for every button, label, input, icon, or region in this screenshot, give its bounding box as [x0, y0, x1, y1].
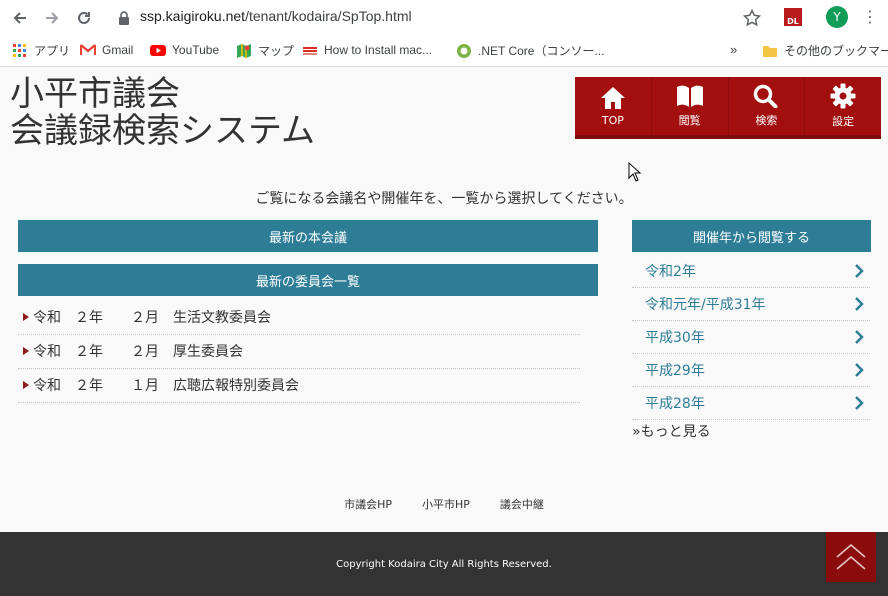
- search-icon: [754, 84, 778, 108]
- year-item[interactable]: 令和2年: [632, 254, 870, 288]
- chevron-right-icon: [855, 395, 864, 410]
- menu-dots-icon[interactable]: ⋮: [862, 8, 878, 26]
- home-icon: [600, 86, 625, 109]
- scroll-to-top-button[interactable]: [826, 532, 876, 582]
- profile-avatar[interactable]: Y: [826, 6, 848, 28]
- latest-committee-header: 最新の委員会一覧: [18, 264, 598, 296]
- committee-list-item[interactable]: 令和 ２年 ２月 厚生委員会: [18, 334, 580, 369]
- bookmark-icon: [457, 43, 471, 58]
- footer-link-council-hp[interactable]: 市議会HP: [344, 496, 392, 512]
- year-label: 令和元年/平成31年: [645, 296, 766, 313]
- more-link[interactable]: »もっと見る: [632, 421, 711, 441]
- year-item[interactable]: 平成29年: [632, 353, 870, 387]
- intro-text-label: ご覧になる会議名や開催年を、一覧から選択してください。: [255, 191, 633, 207]
- book-icon: [676, 85, 703, 107]
- committee-item-label: 令和 ２年 ２月 生活文教委員会: [33, 310, 271, 326]
- site-title-line1: 小平市議会: [10, 74, 180, 114]
- year-item[interactable]: 平成30年: [632, 320, 870, 354]
- year-label: 平成28年: [645, 395, 705, 412]
- year-label: 平成29年: [645, 362, 705, 379]
- bookmark-apps[interactable]: アプリ: [12, 42, 70, 59]
- bookmarks-bar: アプリ Gmail YouTube マップ How to Install mac…: [0, 36, 888, 67]
- menu-settings[interactable]: 設定: [805, 77, 881, 135]
- bookmark-label: Gmail: [102, 43, 134, 57]
- back-arrow-icon: [13, 12, 26, 24]
- chevron-right-icon: [855, 263, 864, 278]
- forward-arrow-icon: [46, 12, 59, 24]
- latest-plenary-label: 最新の本会議: [268, 230, 347, 246]
- gmail-icon: [80, 44, 96, 55]
- year-browse-header: 開催年から閲覧する: [632, 220, 871, 252]
- mouse-cursor-icon: [628, 162, 642, 182]
- main-menu: TOP 閲覧 検索 設定: [575, 77, 881, 139]
- star-icon[interactable]: [742, 8, 762, 31]
- lock-icon[interactable]: [118, 10, 130, 29]
- chevron-right-icon: [855, 329, 864, 344]
- triangle-bullet-icon: [23, 381, 29, 389]
- footer-link-city-hp[interactable]: 小平市HP: [422, 496, 470, 512]
- reload-button[interactable]: [72, 6, 96, 30]
- bookmark-label: マップ: [258, 44, 295, 58]
- bookmark-icon: [303, 47, 317, 55]
- apps-grid-icon: [13, 43, 26, 57]
- menu-top[interactable]: TOP: [575, 77, 652, 135]
- other-bookmarks[interactable]: その他のブックマーク: [762, 42, 888, 59]
- menu-label: 設定: [832, 115, 855, 128]
- year-item[interactable]: 令和元年/平成31年: [632, 287, 870, 321]
- reload-icon: [78, 11, 90, 24]
- chevron-right-icon: [855, 362, 864, 377]
- double-chevron-up-icon: [836, 544, 866, 570]
- footer: Copyright Kodaira City All Rights Reserv…: [0, 532, 888, 596]
- latest-committee-label: 最新の委員会一覧: [255, 274, 360, 290]
- bookmark-net-core[interactable]: .NET Core（コンソー...: [456, 42, 604, 59]
- menu-search[interactable]: 検索: [729, 77, 806, 135]
- triangle-bullet-icon: [23, 347, 29, 355]
- download-extension-icon[interactable]: DL: [784, 8, 802, 26]
- menu-browse[interactable]: 閲覧: [652, 77, 729, 135]
- bookmark-label: How to Install mac...: [324, 43, 433, 57]
- bookmark-label: .NET Core（コンソー...: [478, 44, 605, 58]
- site-title[interactable]: 小平市議会 会議録検索システム: [10, 76, 315, 150]
- back-button[interactable]: [8, 6, 32, 30]
- menu-label: 検索: [755, 114, 778, 127]
- footer-links: 市議会HP 小平市HP 議会中継: [0, 496, 888, 512]
- site-title-line2: 会議録検索システム: [10, 111, 315, 151]
- forward-button[interactable]: [40, 6, 64, 30]
- browser-toolbar: ssp.kaigiroku.net/tenant/kodaira/SpTop.h…: [0, 0, 888, 36]
- bookmark-label: アプリ: [34, 44, 71, 58]
- bookmark-maps[interactable]: マップ: [236, 42, 294, 59]
- bookmarks-overflow[interactable]: »: [730, 42, 737, 57]
- bookmark-youtube[interactable]: YouTube: [150, 42, 219, 58]
- year-browse-label: 開催年から閲覧する: [692, 230, 810, 246]
- folder-icon: [763, 45, 777, 57]
- bookmark-gmail[interactable]: Gmail: [80, 42, 133, 58]
- gear-icon: [830, 83, 856, 109]
- other-bookmarks-label: その他のブックマーク: [784, 44, 888, 58]
- footer-link-broadcast[interactable]: 議会中継: [500, 496, 544, 512]
- triangle-bullet-icon: [23, 313, 29, 321]
- year-label: 令和2年: [645, 263, 696, 280]
- year-label: 平成30年: [645, 329, 705, 346]
- menu-label: 閲覧: [678, 114, 701, 127]
- intro-text: ご覧になる会議名や開催年を、一覧から選択してください。: [0, 188, 888, 208]
- copyright: Copyright Kodaira City All Rights Reserv…: [336, 558, 552, 570]
- maps-icon: [237, 43, 251, 58]
- latest-plenary-button[interactable]: 最新の本会議: [18, 220, 598, 252]
- committee-list-item[interactable]: 令和 ２年 ２月 生活文教委員会: [18, 300, 580, 335]
- url-path: /tenant/kodaira/SpTop.html: [245, 8, 412, 24]
- committee-list-item[interactable]: 令和 ２年 １月 広聴広報特別委員会: [18, 368, 580, 403]
- year-item[interactable]: 平成28年: [632, 386, 870, 420]
- chevron-right-icon: [855, 296, 864, 311]
- bookmark-label: YouTube: [172, 43, 220, 57]
- committee-item-label: 令和 ２年 １月 広聴広報特別委員会: [33, 378, 299, 394]
- bookmark-how-to-install[interactable]: How to Install mac...: [302, 42, 432, 58]
- url-domain: ssp.kaigiroku.net: [140, 8, 246, 24]
- address-bar[interactable]: ssp.kaigiroku.net/tenant/kodaira/SpTop.h…: [140, 8, 412, 24]
- committee-item-label: 令和 ２年 ２月 厚生委員会: [33, 344, 243, 360]
- youtube-icon: [150, 45, 166, 56]
- menu-label: TOP: [601, 113, 624, 127]
